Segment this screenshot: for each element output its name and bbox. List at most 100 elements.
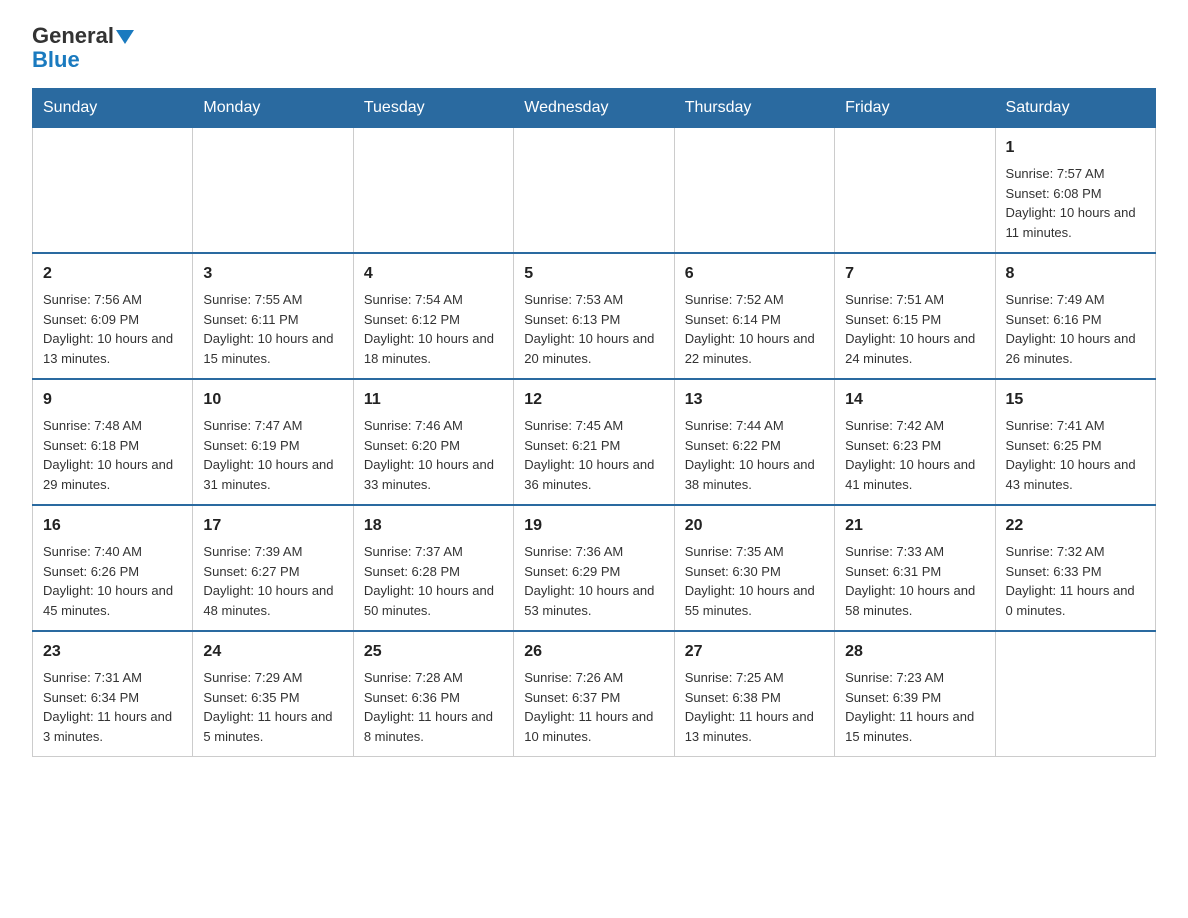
day-info: Sunrise: 7:53 AM Sunset: 6:13 PM Dayligh…	[524, 290, 663, 368]
day-info: Sunrise: 7:40 AM Sunset: 6:26 PM Dayligh…	[43, 542, 182, 620]
calendar-cell: 17 Sunrise: 7:39 AM Sunset: 6:27 PM Dayli…	[193, 505, 353, 631]
day-info: Sunrise: 7:26 AM Sunset: 6:37 PM Dayligh…	[524, 668, 663, 746]
calendar-cell: 8Sunrise: 7:49 AM Sunset: 6:16 PM Daylig…	[995, 253, 1155, 379]
calendar-cell	[835, 128, 995, 254]
col-thursday: Thursday	[674, 89, 834, 128]
day-number: 15	[1006, 388, 1145, 412]
calendar-cell: 2 Sunrise: 7:56 AM Sunset: 6:09 PM Daylig…	[33, 253, 193, 379]
day-info: Sunrise: 7:36 AM Sunset: 6:29 PM Dayligh…	[524, 542, 663, 620]
day-number: 12	[524, 388, 663, 412]
calendar-cell: 28Sunrise: 7:23 AM Sunset: 6:39 PM Dayli…	[835, 631, 995, 757]
page-header: General Blue	[32, 24, 1156, 72]
day-number: 20	[685, 514, 824, 538]
day-info: Sunrise: 7:51 AM Sunset: 6:15 PM Dayligh…	[845, 290, 984, 368]
calendar-table: Sunday Monday Tuesday Wednesday Thursday…	[32, 88, 1156, 757]
calendar-cell: 23 Sunrise: 7:31 AM Sunset: 6:34 PM Dayli…	[33, 631, 193, 757]
calendar-cell: 6 Sunrise: 7:52 AM Sunset: 6:14 PM Daylig…	[674, 253, 834, 379]
day-info: Sunrise: 7:23 AM Sunset: 6:39 PM Dayligh…	[845, 668, 984, 746]
calendar-cell: 5 Sunrise: 7:53 AM Sunset: 6:13 PM Daylig…	[514, 253, 674, 379]
calendar-cell	[995, 631, 1155, 757]
col-monday: Monday	[193, 89, 353, 128]
day-info: Sunrise: 7:56 AM Sunset: 6:09 PM Dayligh…	[43, 290, 182, 368]
day-info: Sunrise: 7:29 AM Sunset: 6:35 PM Dayligh…	[203, 668, 342, 746]
logo-triangle-icon	[116, 30, 134, 44]
day-number: 4	[364, 262, 503, 286]
day-info: Sunrise: 7:28 AM Sunset: 6:36 PM Dayligh…	[364, 668, 503, 746]
day-number: 23	[43, 640, 182, 664]
day-info: Sunrise: 7:54 AM Sunset: 6:12 PM Dayligh…	[364, 290, 503, 368]
calendar-cell: 26 Sunrise: 7:26 AM Sunset: 6:37 PM Dayli…	[514, 631, 674, 757]
calendar-week-row: 16 Sunrise: 7:40 AM Sunset: 6:26 PM Dayli…	[33, 505, 1156, 631]
day-number: 27	[685, 640, 824, 664]
calendar-week-row: 1 Sunrise: 7:57 AM Sunset: 6:08 PM Daylig…	[33, 128, 1156, 254]
day-number: 11	[364, 388, 503, 412]
day-info: Sunrise: 7:25 AM Sunset: 6:38 PM Dayligh…	[685, 668, 824, 746]
calendar-cell: 10Sunrise: 7:47 AM Sunset: 6:19 PM Dayli…	[193, 379, 353, 505]
day-info: Sunrise: 7:33 AM Sunset: 6:31 PM Dayligh…	[845, 542, 984, 620]
day-info: Sunrise: 7:31 AM Sunset: 6:34 PM Dayligh…	[43, 668, 182, 746]
calendar-cell: 1 Sunrise: 7:57 AM Sunset: 6:08 PM Daylig…	[995, 128, 1155, 254]
day-info: Sunrise: 7:52 AM Sunset: 6:14 PM Dayligh…	[685, 290, 824, 368]
day-info: Sunrise: 7:55 AM Sunset: 6:11 PM Dayligh…	[203, 290, 342, 368]
day-number: 9	[43, 388, 182, 412]
calendar-cell: 7 Sunrise: 7:51 AM Sunset: 6:15 PM Daylig…	[835, 253, 995, 379]
calendar-cell: 20 Sunrise: 7:35 AM Sunset: 6:30 PM Dayli…	[674, 505, 834, 631]
day-number: 5	[524, 262, 663, 286]
logo-general: General	[32, 23, 114, 48]
day-info: Sunrise: 7:45 AM Sunset: 6:21 PM Dayligh…	[524, 416, 663, 494]
calendar-cell: 25 Sunrise: 7:28 AM Sunset: 6:36 PM Dayli…	[353, 631, 513, 757]
day-info: Sunrise: 7:46 AM Sunset: 6:20 PM Dayligh…	[364, 416, 503, 494]
calendar-cell: 19 Sunrise: 7:36 AM Sunset: 6:29 PM Dayli…	[514, 505, 674, 631]
day-number: 6	[685, 262, 824, 286]
day-number: 24	[203, 640, 342, 664]
day-number: 22	[1006, 514, 1145, 538]
calendar-cell: 16 Sunrise: 7:40 AM Sunset: 6:26 PM Dayli…	[33, 505, 193, 631]
logo: General Blue	[32, 24, 134, 72]
col-wednesday: Wednesday	[514, 89, 674, 128]
calendar-cell: 12 Sunrise: 7:45 AM Sunset: 6:21 PM Dayli…	[514, 379, 674, 505]
day-info: Sunrise: 7:49 AM Sunset: 6:16 PM Dayligh…	[1006, 290, 1145, 368]
calendar-cell: 27 Sunrise: 7:25 AM Sunset: 6:38 PM Dayli…	[674, 631, 834, 757]
day-number: 21	[845, 514, 984, 538]
calendar-week-row: 23 Sunrise: 7:31 AM Sunset: 6:34 PM Dayli…	[33, 631, 1156, 757]
day-number: 14	[845, 388, 984, 412]
day-info: Sunrise: 7:39 AM Sunset: 6:27 PM Dayligh…	[203, 542, 342, 620]
calendar-cell: 3 Sunrise: 7:55 AM Sunset: 6:11 PM Daylig…	[193, 253, 353, 379]
day-info: Sunrise: 7:41 AM Sunset: 6:25 PM Dayligh…	[1006, 416, 1145, 494]
day-info: Sunrise: 7:35 AM Sunset: 6:30 PM Dayligh…	[685, 542, 824, 620]
day-info: Sunrise: 7:42 AM Sunset: 6:23 PM Dayligh…	[845, 416, 984, 494]
day-info: Sunrise: 7:32 AM Sunset: 6:33 PM Dayligh…	[1006, 542, 1145, 620]
day-number: 10	[203, 388, 342, 412]
day-number: 2	[43, 262, 182, 286]
day-number: 3	[203, 262, 342, 286]
day-info: Sunrise: 7:37 AM Sunset: 6:28 PM Dayligh…	[364, 542, 503, 620]
col-tuesday: Tuesday	[353, 89, 513, 128]
calendar-cell: 13Sunrise: 7:44 AM Sunset: 6:22 PM Dayli…	[674, 379, 834, 505]
calendar-week-row: 2 Sunrise: 7:56 AM Sunset: 6:09 PM Daylig…	[33, 253, 1156, 379]
calendar-cell	[674, 128, 834, 254]
calendar-cell: 24 Sunrise: 7:29 AM Sunset: 6:35 PM Dayli…	[193, 631, 353, 757]
day-number: 25	[364, 640, 503, 664]
day-info: Sunrise: 7:44 AM Sunset: 6:22 PM Dayligh…	[685, 416, 824, 494]
day-number: 17	[203, 514, 342, 538]
calendar-cell	[514, 128, 674, 254]
day-number: 16	[43, 514, 182, 538]
calendar-cell	[33, 128, 193, 254]
col-sunday: Sunday	[33, 89, 193, 128]
day-info: Sunrise: 7:57 AM Sunset: 6:08 PM Dayligh…	[1006, 164, 1145, 242]
calendar-cell: 15 Sunrise: 7:41 AM Sunset: 6:25 PM Dayli…	[995, 379, 1155, 505]
calendar-cell: 4 Sunrise: 7:54 AM Sunset: 6:12 PM Daylig…	[353, 253, 513, 379]
calendar-cell: 9Sunrise: 7:48 AM Sunset: 6:18 PM Daylig…	[33, 379, 193, 505]
calendar-cell: 21 Sunrise: 7:33 AM Sunset: 6:31 PM Dayli…	[835, 505, 995, 631]
day-number: 19	[524, 514, 663, 538]
col-saturday: Saturday	[995, 89, 1155, 128]
calendar-cell	[353, 128, 513, 254]
day-number: 1	[1006, 136, 1145, 160]
calendar-cell: 22 Sunrise: 7:32 AM Sunset: 6:33 PM Dayli…	[995, 505, 1155, 631]
calendar-cell: 11 Sunrise: 7:46 AM Sunset: 6:20 PM Dayli…	[353, 379, 513, 505]
day-number: 26	[524, 640, 663, 664]
day-number: 7	[845, 262, 984, 286]
logo-blue: Blue	[32, 47, 80, 72]
day-number: 18	[364, 514, 503, 538]
calendar-header-row: Sunday Monday Tuesday Wednesday Thursday…	[33, 89, 1156, 128]
